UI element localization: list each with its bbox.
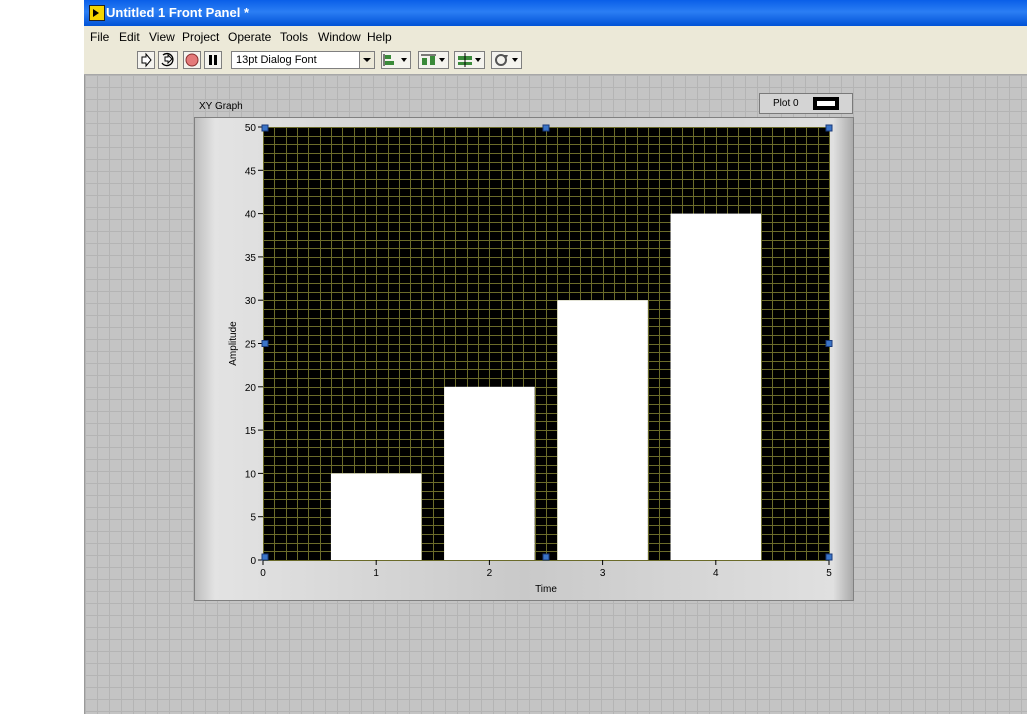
y-tick-label: 35 xyxy=(245,253,257,264)
selection-handle[interactable] xyxy=(825,124,833,132)
x-tick-label: 2 xyxy=(487,568,493,579)
selection-handle[interactable] xyxy=(261,124,269,132)
bar-1 xyxy=(330,473,422,560)
y-tick-label: 10 xyxy=(245,469,257,480)
selection-handle[interactable] xyxy=(542,553,550,561)
xy-graph-chart: 051015202530354045500 1 2 3 4 5TimeAmplitude xyxy=(228,123,833,595)
y-tick-label: 50 xyxy=(245,123,257,134)
y-tick-label: 45 xyxy=(245,166,257,177)
x-axis-title: Time xyxy=(535,584,557,595)
x-tick-label: 3 xyxy=(600,568,606,579)
x-tick-label: 0 xyxy=(260,568,266,579)
y-tick-label: 30 xyxy=(245,296,257,307)
selection-handle[interactable] xyxy=(261,340,269,347)
y-tick-label: 15 xyxy=(245,426,257,437)
selection-handle[interactable] xyxy=(542,124,550,132)
x-tick-label: 4 xyxy=(713,568,719,579)
y-tick-label: 20 xyxy=(245,383,257,394)
y-tick-label: 5 xyxy=(250,513,256,524)
bar-4 xyxy=(670,213,762,560)
selection-handle[interactable] xyxy=(261,553,269,561)
bar-3 xyxy=(557,300,648,560)
selection-handle[interactable] xyxy=(825,553,833,561)
y-tick-label: 25 xyxy=(245,340,257,351)
y-tick-label: 0 xyxy=(250,556,256,567)
x-tick-label: 1 xyxy=(373,568,379,579)
y-axis-title: Amplitude xyxy=(228,321,239,366)
y-tick-label: 40 xyxy=(245,210,257,221)
x-tick-label: 5 xyxy=(826,568,832,579)
selection-handle[interactable] xyxy=(825,340,833,347)
bar-2 xyxy=(444,386,535,560)
